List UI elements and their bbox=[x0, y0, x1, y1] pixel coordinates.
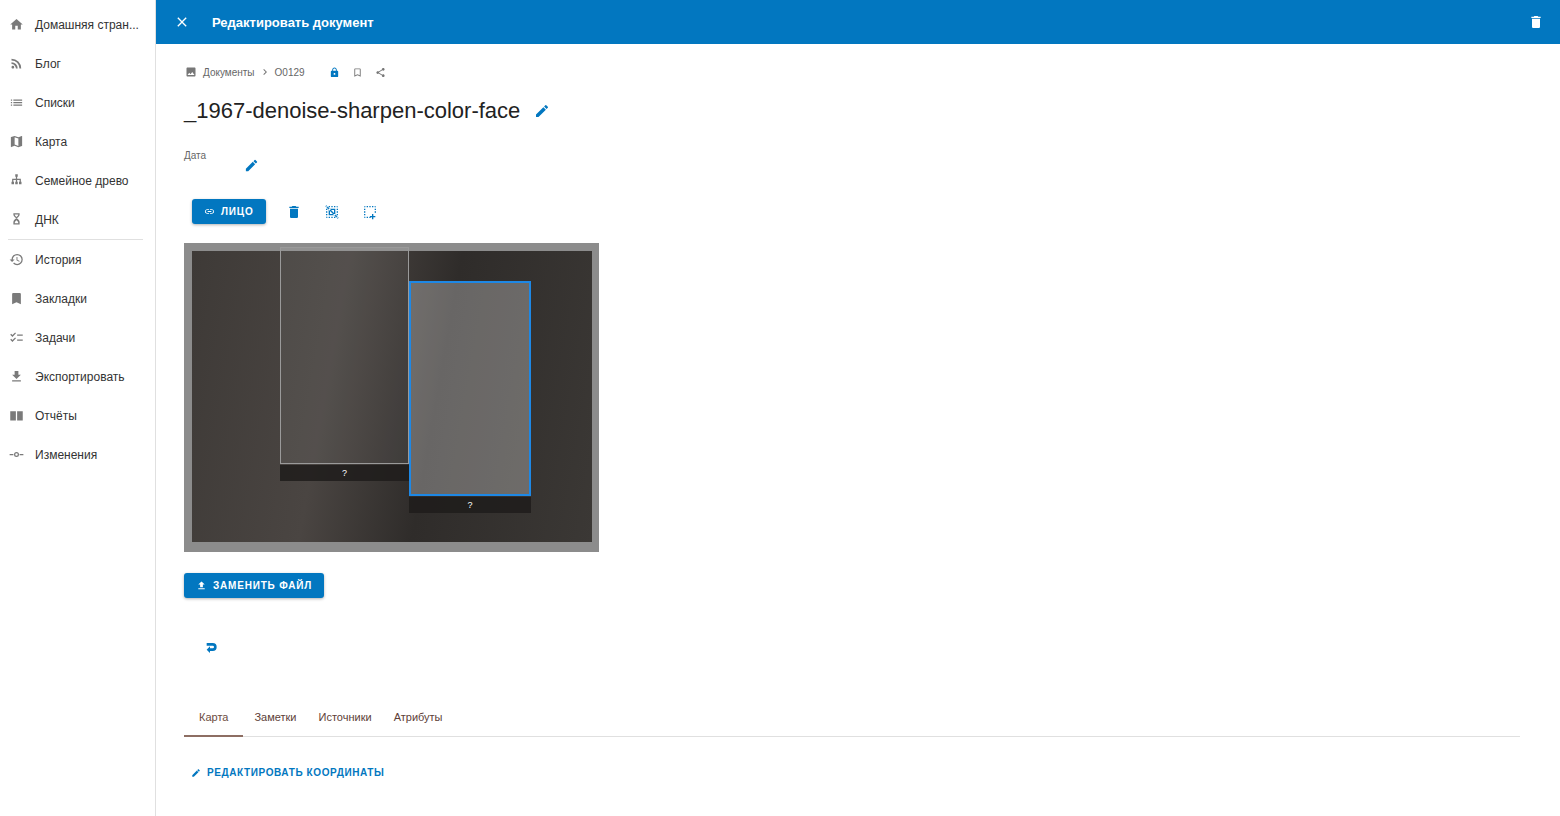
replace-file-label: ЗАМЕНИТЬ ФАЙЛ bbox=[213, 580, 312, 591]
deselect-icon[interactable] bbox=[324, 204, 340, 220]
sidebar-item-label: Домашняя стран... bbox=[35, 18, 139, 32]
dialog-content: Документы O0129 _1967-denoise-sharpen-co… bbox=[156, 44, 1560, 778]
tree-icon bbox=[9, 173, 24, 188]
breadcrumb-item[interactable]: O0129 bbox=[275, 67, 305, 78]
pencil-icon[interactable] bbox=[534, 103, 550, 119]
sidebar-item-label: Экспортировать bbox=[35, 370, 125, 384]
book-icon bbox=[9, 408, 24, 423]
sidebar-item[interactable]: Отчёты bbox=[0, 396, 155, 435]
sidebar-item-label: Списки bbox=[35, 96, 75, 110]
extra-actions bbox=[184, 639, 220, 655]
sidebar-item[interactable]: Списки bbox=[0, 83, 155, 122]
history-icon bbox=[9, 252, 24, 267]
face-button-label: ЛИЦО bbox=[221, 206, 254, 217]
share-icon[interactable] bbox=[375, 67, 386, 78]
dialog-title: Редактировать документ bbox=[212, 15, 374, 30]
sidebar-item[interactable]: История bbox=[0, 240, 155, 279]
replace-file-button[interactable]: ЗАМЕНИТЬ ФАЙЛ bbox=[184, 573, 324, 598]
tab-bar: КартаЗаметкиИсточникиАтрибуты bbox=[184, 700, 1520, 737]
face-button[interactable]: ЛИЦО bbox=[192, 199, 266, 224]
tab[interactable]: Источники bbox=[308, 700, 383, 737]
sidebar: Домашняя стран... Блог Списки Карта Семе… bbox=[0, 0, 156, 816]
sidebar-item[interactable]: Домашняя стран... bbox=[0, 5, 155, 44]
download-icon bbox=[9, 369, 24, 384]
chevron-right-icon bbox=[259, 66, 271, 78]
face-label[interactable]: ? bbox=[280, 465, 409, 481]
bookmark-icon bbox=[9, 291, 24, 306]
sidebar-item-label: Изменения bbox=[35, 448, 97, 462]
date-field: Дата bbox=[184, 150, 259, 175]
edit-coordinates-link[interactable]: РЕДАКТИРОВАТЬ КООРДИНАТЫ bbox=[191, 767, 384, 778]
close-icon[interactable] bbox=[174, 14, 190, 30]
face-label[interactable]: ? bbox=[409, 497, 531, 513]
redo-arrow-icon[interactable] bbox=[204, 639, 220, 655]
sidebar-item[interactable]: Экспортировать bbox=[0, 357, 155, 396]
sidebar-item-label: Закладки bbox=[35, 292, 87, 306]
image-icon bbox=[185, 66, 197, 78]
sidebar-item[interactable]: Карта bbox=[0, 122, 155, 161]
home-icon bbox=[9, 17, 24, 32]
sidebar-item[interactable]: Изменения bbox=[0, 435, 155, 474]
sidebar-item-label: Карта bbox=[35, 135, 67, 149]
sidebar-item[interactable]: Закладки bbox=[0, 279, 155, 318]
sidebar-item-label: Семейное древо bbox=[35, 174, 129, 188]
sidebar-item[interactable]: Семейное древо bbox=[0, 161, 155, 200]
breadcrumb-item[interactable]: Документы bbox=[203, 67, 255, 78]
edit-dialog: Редактировать документ Документы O0129 _… bbox=[156, 0, 1560, 816]
dna-icon bbox=[9, 212, 24, 227]
tab[interactable]: Атрибуты bbox=[383, 700, 454, 737]
face-box[interactable] bbox=[280, 247, 409, 464]
edit-coordinates-label: РЕДАКТИРОВАТЬ КООРДИНАТЫ bbox=[207, 767, 384, 778]
app-root: Домашняя стран... Блог Списки Карта Семе… bbox=[0, 0, 1560, 816]
image-frame: ? ? bbox=[184, 243, 599, 552]
trash-icon[interactable] bbox=[286, 204, 302, 220]
face-toolbar: ЛИЦО bbox=[184, 199, 378, 224]
pencil-icon bbox=[191, 768, 201, 778]
list-icon bbox=[9, 95, 24, 110]
sidebar-item-label: Задачи bbox=[35, 331, 75, 345]
commit-icon bbox=[9, 447, 24, 462]
dialog-header: Редактировать документ bbox=[156, 0, 1560, 44]
sidebar-item[interactable]: Блог bbox=[0, 44, 155, 83]
sidebar-item[interactable]: Задачи bbox=[0, 318, 155, 357]
rss-icon bbox=[9, 56, 24, 71]
lock-icon[interactable] bbox=[329, 67, 340, 78]
bookmark-icon[interactable] bbox=[352, 67, 363, 78]
pencil-icon[interactable] bbox=[244, 158, 259, 173]
link-icon bbox=[204, 206, 215, 217]
face-box[interactable] bbox=[409, 281, 531, 496]
upload-icon bbox=[196, 580, 207, 591]
sidebar-divider bbox=[8, 239, 143, 240]
sidebar-item-label: Блог bbox=[35, 57, 61, 71]
tab[interactable]: Заметки bbox=[243, 700, 307, 737]
document-title: _1967-denoise-sharpen-color-face bbox=[184, 97, 520, 125]
sidebar-item[interactable]: ДНК bbox=[0, 200, 155, 239]
trash-icon[interactable] bbox=[1528, 14, 1544, 30]
add-area-icon[interactable] bbox=[362, 204, 378, 220]
checklist-icon bbox=[9, 330, 24, 345]
sidebar-item-label: Отчёты bbox=[35, 409, 77, 423]
title-row: _1967-denoise-sharpen-color-face bbox=[184, 97, 550, 125]
sidebar-item-label: ДНК bbox=[35, 213, 59, 227]
date-label: Дата bbox=[184, 150, 206, 162]
map-icon bbox=[9, 134, 24, 149]
breadcrumb: Документы O0129 bbox=[184, 62, 386, 82]
tab[interactable]: Карта bbox=[184, 700, 243, 737]
sidebar-item-label: История bbox=[35, 253, 82, 267]
